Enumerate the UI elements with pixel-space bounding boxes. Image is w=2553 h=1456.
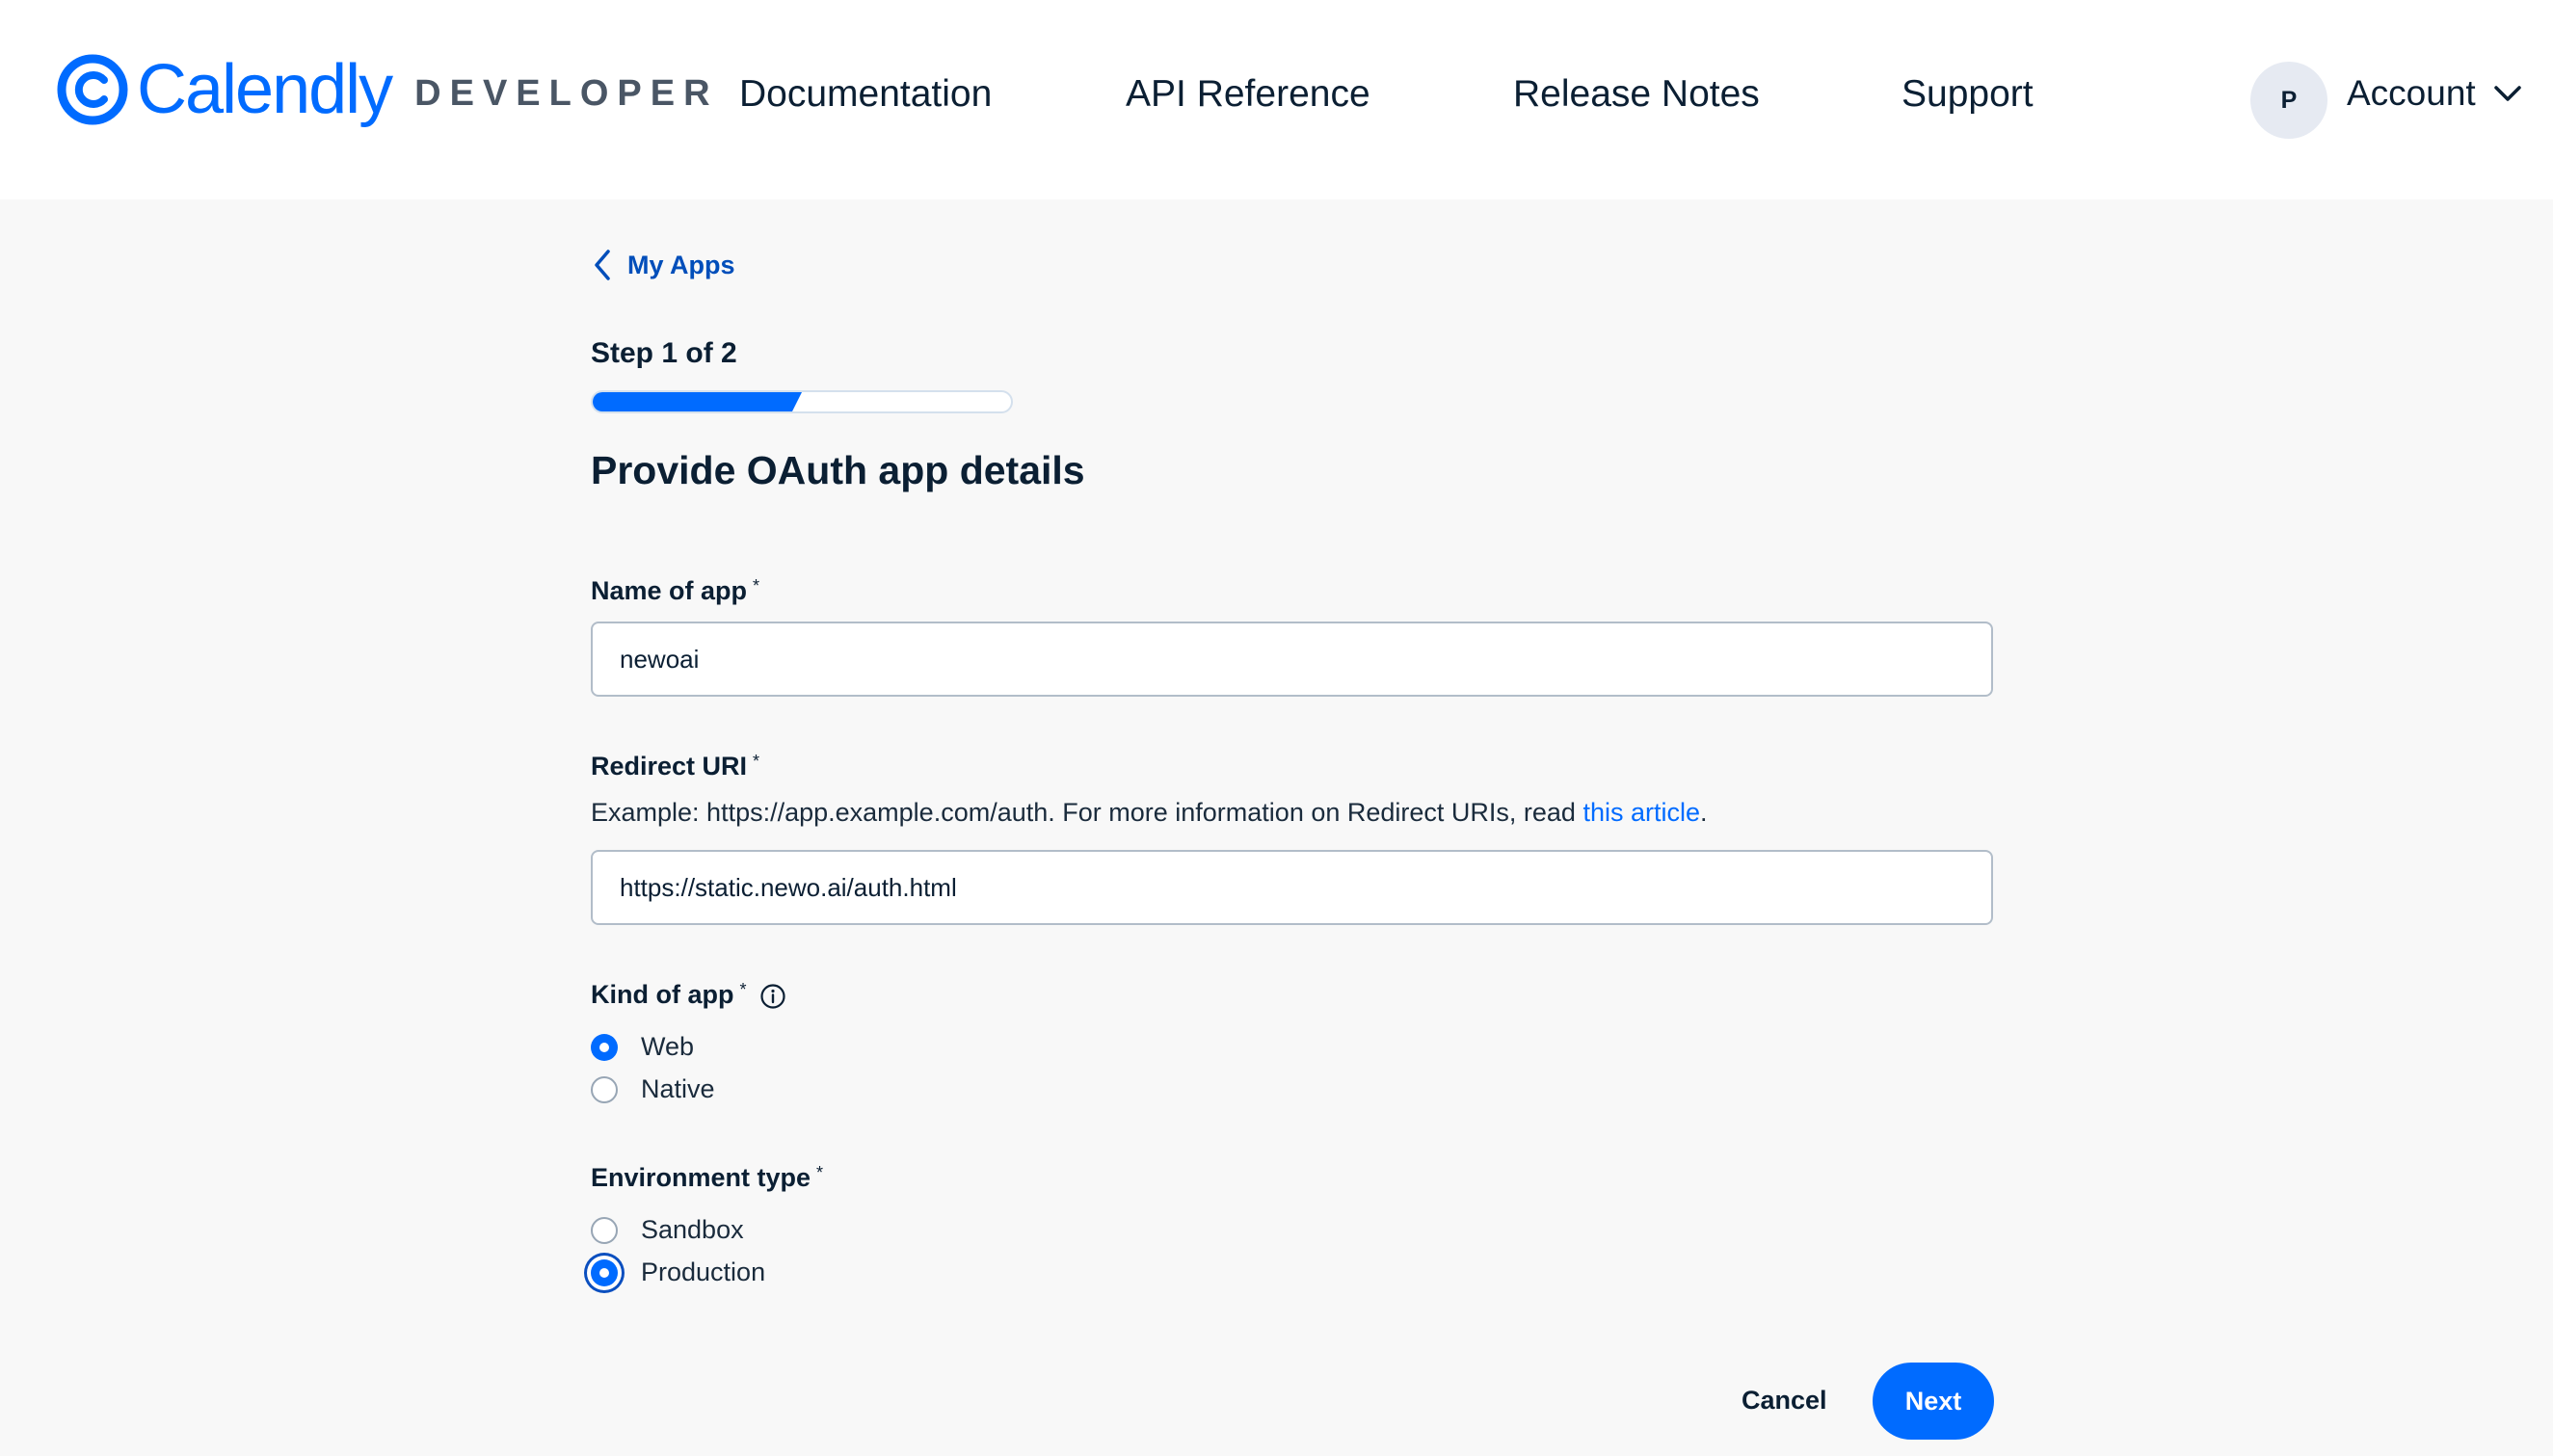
chevron-down-icon	[2493, 86, 2521, 101]
calendly-developer-logo[interactable]: Calendly DEVELOPER	[56, 53, 719, 126]
env-sandbox-radio[interactable]: Sandbox	[591, 1215, 744, 1245]
nav-support[interactable]: Support	[1901, 73, 2034, 116]
account-menu[interactable]: Account	[2347, 73, 2522, 114]
radio-button[interactable]	[591, 1075, 618, 1103]
top-navbar: Calendly DEVELOPER Documentation API Ref…	[0, 0, 2553, 199]
kind-of-app-label: Kind of app *	[591, 980, 747, 1009]
redirect-uri-hint: Example: https://app.example.com/auth. F…	[591, 798, 1708, 827]
radio-button-selected[interactable]	[591, 1258, 618, 1286]
step-indicator: Step 1 of 2	[591, 337, 737, 369]
cancel-button[interactable]: Cancel	[1742, 1386, 1827, 1416]
calendly-logo-icon	[57, 54, 128, 125]
back-to-my-apps-link[interactable]: My Apps	[593, 249, 735, 281]
nav-api-reference[interactable]: API Reference	[1126, 73, 1370, 116]
back-link-label: My Apps	[627, 250, 735, 279]
page-title: Provide OAuth app details	[591, 448, 1085, 492]
kind-native-radio[interactable]: Native	[591, 1074, 715, 1104]
next-button[interactable]: Next	[1873, 1363, 1994, 1440]
account-label: Account	[2347, 73, 2476, 113]
name-of-app-label: Name of app *	[591, 576, 760, 605]
avatar[interactable]: P	[2250, 62, 2327, 139]
redirect-uri-input[interactable]	[591, 850, 1993, 925]
name-of-app-input[interactable]	[591, 622, 1993, 697]
nav-release-notes[interactable]: Release Notes	[1513, 73, 1760, 116]
step-progress-fill	[593, 392, 802, 411]
kind-web-radio[interactable]: Web	[591, 1032, 694, 1062]
step-progress-bar	[591, 390, 1013, 413]
environment-type-label: Environment type *	[591, 1163, 824, 1192]
env-production-radio[interactable]: Production	[591, 1257, 765, 1287]
radio-button-selected[interactable]	[591, 1033, 618, 1061]
logo-developer-label: DEVELOPER	[414, 72, 719, 114]
info-icon[interactable]	[759, 983, 786, 1010]
redirect-uri-label: Redirect URI *	[591, 752, 760, 781]
logo-wordmark: Calendly	[137, 51, 393, 128]
chevron-left-icon	[595, 250, 610, 280]
nav-documentation[interactable]: Documentation	[739, 73, 992, 116]
radio-button[interactable]	[591, 1216, 618, 1244]
this-article-link[interactable]: this article	[1582, 798, 1700, 827]
